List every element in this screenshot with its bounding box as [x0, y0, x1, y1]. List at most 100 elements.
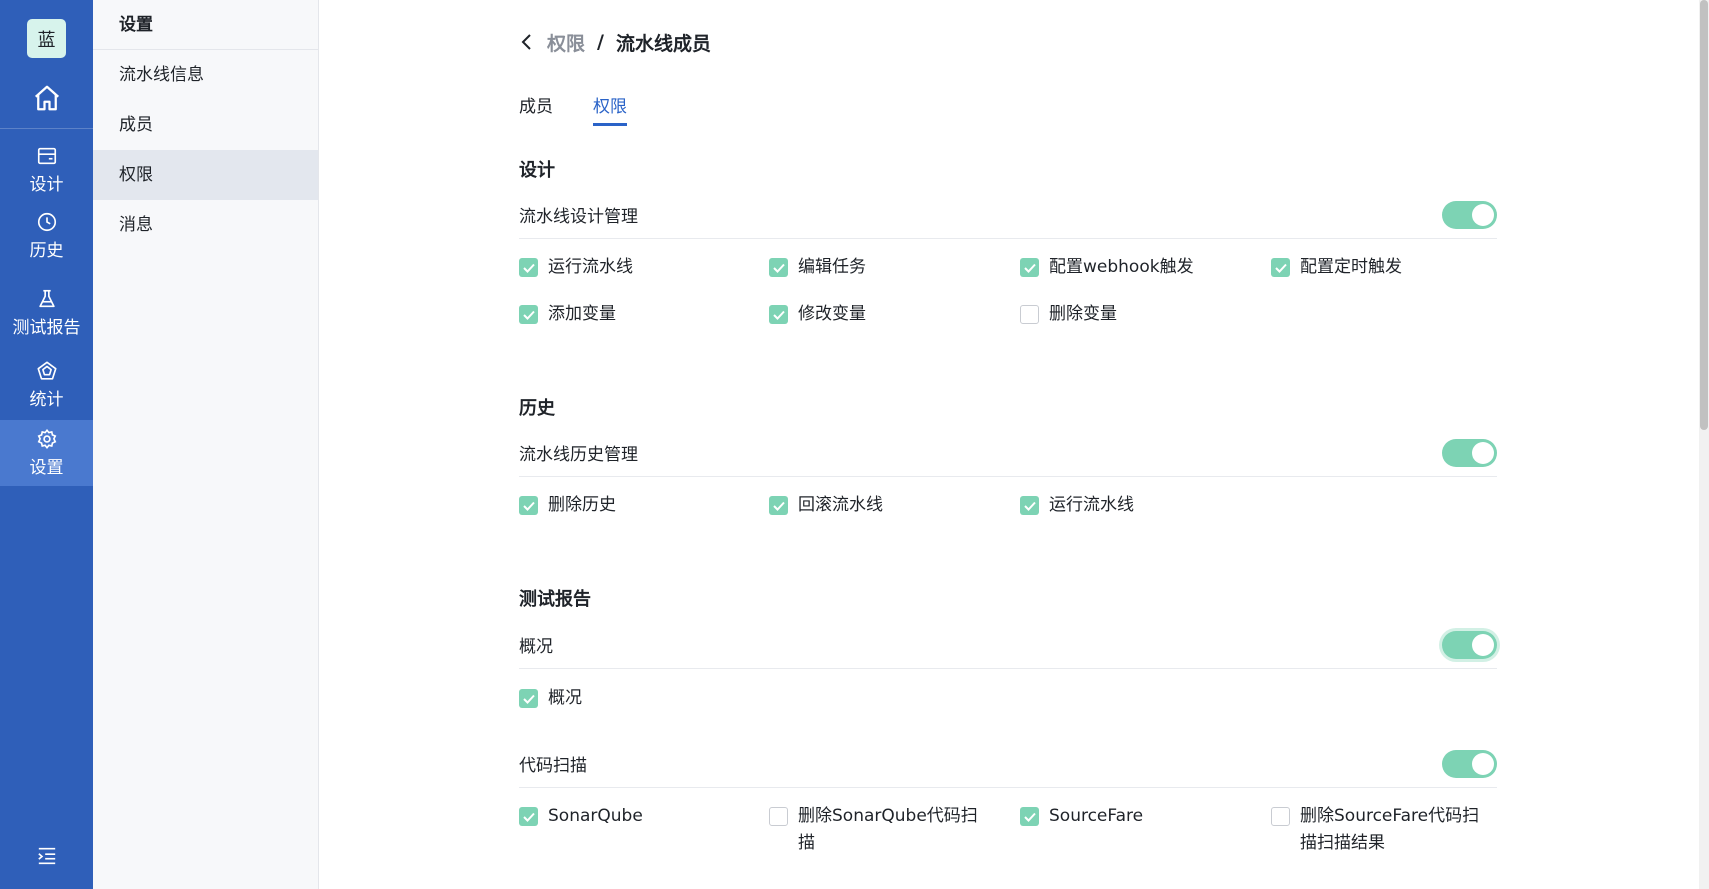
permission-label: 删除变量 — [1049, 304, 1117, 324]
section-title-history: 历史 — [519, 398, 555, 419]
main-panel: 权限 / 流水线成员 成员 权限 设计 流水线设计管理 运行流水线 编辑任务 配… — [319, 0, 1709, 889]
group-name: 流水线设计管理 — [519, 207, 638, 227]
group-toggle[interactable] — [1442, 749, 1497, 778]
checkbox-checked-icon — [519, 689, 538, 708]
settings-submenu: 设置 流水线信息 成员 权限 消息 — [93, 0, 319, 889]
app-logo[interactable]: 蓝 — [27, 19, 66, 58]
checkbox-unchecked-icon — [769, 807, 788, 826]
checkbox-checked-icon — [519, 807, 538, 826]
checkbox-unchecked-icon — [1271, 807, 1290, 826]
permission-checkbox[interactable]: 修改变量 — [769, 301, 978, 328]
rail-item-design[interactable]: 设计 — [0, 137, 93, 203]
permission-checkbox[interactable]: 运行流水线 — [519, 254, 728, 281]
group-toggle[interactable] — [1442, 630, 1497, 659]
permission-label: SourceFare — [1049, 806, 1144, 826]
toggle-knob — [1472, 752, 1494, 775]
indent-menu-icon — [37, 847, 55, 865]
permission-label: 修改变量 — [798, 304, 866, 324]
group-name: 代码扫描 — [519, 756, 587, 776]
breadcrumb-parent[interactable]: 权限 — [547, 29, 585, 56]
clock-icon — [37, 212, 56, 232]
permission-label: 添加变量 — [548, 304, 616, 324]
rail-item-label: 设置 — [29, 458, 64, 478]
rail-item-test-report[interactable]: 测试报告 — [0, 280, 93, 346]
collapse-rail-button[interactable] — [0, 841, 93, 871]
toggle-knob — [1472, 203, 1494, 226]
flask-icon — [38, 289, 55, 308]
permission-label: 删除历史 — [548, 495, 616, 515]
permission-checkbox[interactable]: 编辑任务 — [769, 254, 978, 281]
permission-checkbox[interactable]: 删除SonarQube代码扫描 — [769, 803, 978, 857]
rail-item-label: 测试报告 — [12, 318, 81, 338]
permission-checkbox[interactable]: 删除变量 — [1020, 301, 1229, 328]
submenu-title: 设置 — [93, 0, 318, 50]
permission-label: 配置定时触发 — [1300, 257, 1402, 277]
breadcrumb: 权限 / 流水线成员 — [519, 28, 711, 56]
tab-permissions[interactable]: 权限 — [593, 92, 627, 132]
rail-divider — [0, 128, 93, 129]
checkbox-checked-icon — [1020, 807, 1039, 826]
breadcrumb-current: 流水线成员 — [615, 32, 711, 55]
back-button[interactable] — [519, 28, 547, 56]
tab-bar: 成员 权限 — [519, 92, 667, 132]
checkbox-checked-icon — [1020, 496, 1039, 515]
submenu-item-permissions[interactable]: 权限 — [93, 150, 318, 200]
home-icon — [34, 85, 59, 111]
group-toggle[interactable] — [1442, 200, 1497, 229]
permission-checkbox[interactable]: 概况 — [519, 685, 728, 712]
permission-label: 删除SourceFare代码扫描扫描结果 — [1300, 806, 1480, 853]
gear-icon — [37, 428, 56, 450]
group-header-pipeline-history: 流水线历史管理 — [519, 429, 1497, 477]
permission-label: 回滚流水线 — [798, 495, 883, 515]
section-title-design: 设计 — [519, 160, 555, 181]
home-button[interactable] — [0, 75, 93, 121]
wallet-icon — [37, 147, 56, 165]
app-rail: 蓝 设计 历史 测试报告 统计 设置 — [0, 0, 93, 889]
permission-label: 删除SonarQube代码扫描 — [798, 806, 978, 853]
permission-label: 运行流水线 — [548, 257, 633, 277]
permission-checkbox[interactable]: SourceFare — [1020, 803, 1229, 830]
checkbox-checked-icon — [519, 305, 538, 324]
tab-members[interactable]: 成员 — [519, 92, 553, 132]
permission-checkbox[interactable]: 删除SourceFare代码扫描扫描结果 — [1271, 803, 1480, 857]
permission-checkbox[interactable]: 配置webhook触发 — [1020, 254, 1229, 281]
rail-item-label: 统计 — [29, 390, 64, 410]
submenu-item-members[interactable]: 成员 — [93, 100, 318, 150]
rail-item-label: 历史 — [29, 241, 64, 261]
submenu-item-messages[interactable]: 消息 — [93, 200, 318, 250]
checkbox-checked-icon — [1020, 258, 1039, 277]
checkbox-checked-icon — [519, 258, 538, 277]
toggle-knob — [1472, 441, 1494, 464]
permission-label: 配置webhook触发 — [1049, 257, 1194, 277]
permission-checkbox[interactable]: 运行流水线 — [1020, 492, 1229, 519]
permission-label: 运行流水线 — [1049, 495, 1134, 515]
breadcrumb-separator: / — [597, 31, 604, 53]
rail-item-statistics[interactable]: 统计 — [0, 352, 93, 418]
permission-label: 编辑任务 — [798, 257, 866, 277]
checkbox-unchecked-icon — [1020, 305, 1039, 324]
vertical-scrollbar[interactable] — [1699, 0, 1709, 889]
chevron-left-icon — [521, 34, 531, 50]
permission-checkbox[interactable]: 删除历史 — [519, 492, 728, 519]
toggle-knob — [1472, 633, 1494, 656]
scrollbar-thumb[interactable] — [1700, 0, 1708, 430]
submenu-item-pipeline-info[interactable]: 流水线信息 — [93, 50, 318, 100]
permission-checkbox[interactable]: 添加变量 — [519, 301, 728, 328]
checkbox-checked-icon — [769, 305, 788, 324]
permission-checkbox[interactable]: SonarQube — [519, 803, 728, 830]
rail-item-label: 设计 — [29, 175, 64, 195]
group-name: 概况 — [519, 637, 553, 657]
rail-item-history[interactable]: 历史 — [0, 203, 93, 269]
group-toggle[interactable] — [1442, 438, 1497, 467]
pentagon-chart-icon — [36, 361, 57, 380]
group-header-overview: 概况 — [519, 621, 1497, 669]
rail-item-settings[interactable]: 设置 — [0, 420, 93, 486]
permission-checkbox[interactable]: 配置定时触发 — [1271, 254, 1480, 281]
permission-label: SonarQube — [548, 806, 643, 826]
permission-checkbox[interactable]: 回滚流水线 — [769, 492, 978, 519]
group-header-pipeline-design: 流水线设计管理 — [519, 191, 1497, 239]
checkbox-checked-icon — [769, 496, 788, 515]
group-header-code-scan: 代码扫描 — [519, 740, 1497, 788]
permission-label: 概况 — [548, 688, 582, 708]
checkbox-checked-icon — [1271, 258, 1290, 277]
